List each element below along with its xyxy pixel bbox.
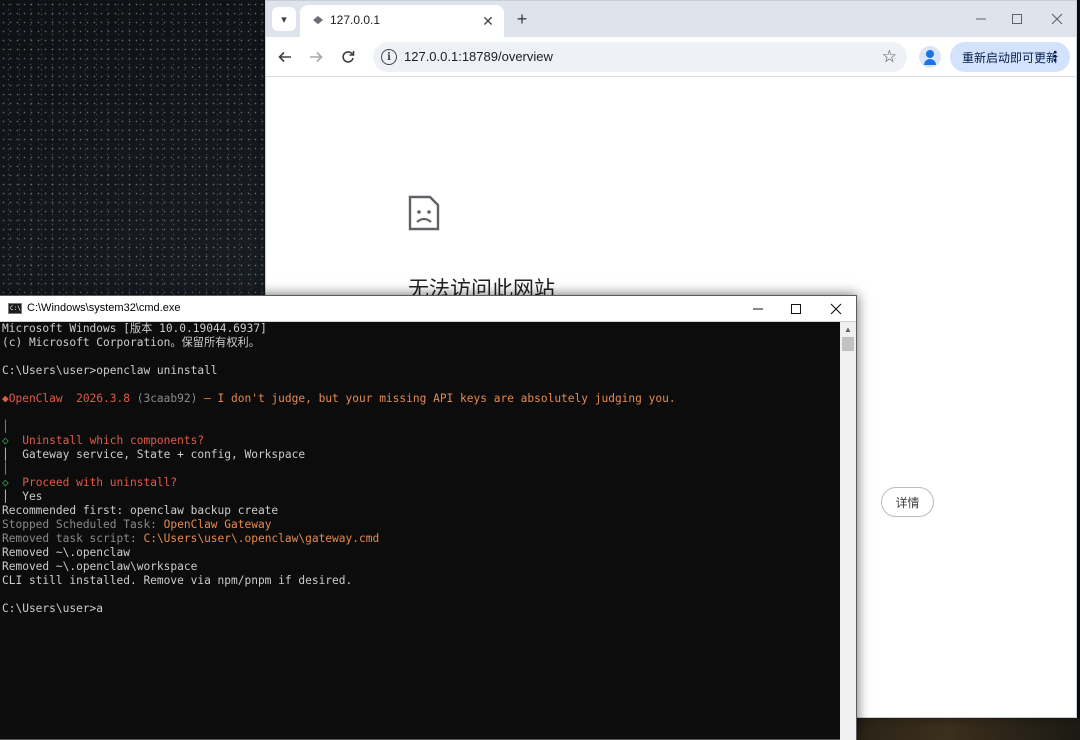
bookmark-star-icon[interactable]: ☆ [882,47,897,67]
chevron-down-icon: ▾ [281,13,287,26]
console-text: OpenClaw Gateway [163,518,272,531]
arrow-right-icon [310,51,323,63]
close-tab-icon[interactable]: ✕ [478,11,498,31]
forward-button[interactable] [304,45,328,69]
profile-avatar-button[interactable] [919,46,941,68]
site-info-icon[interactable]: i [381,49,397,65]
console-text: Removed task script: [2,532,144,545]
scroll-up-arrow-icon[interactable]: ▲ [840,322,856,336]
cmd-scrollbar[interactable]: ▲ [840,322,856,740]
details-button[interactable]: 详情 [881,487,934,517]
sad-page-icon [408,195,440,231]
maximize-button[interactable] [1002,7,1032,31]
profile-icon [926,50,934,58]
minimize-button[interactable] [966,7,996,31]
console-text: ◆OpenClaw 2026.3.8 [2,392,137,405]
scroll-thumb[interactable] [842,337,854,351]
globe-icon [313,16,323,25]
console-text: (c) Microsoft Corporation。保留所有权利。 [2,336,260,349]
console-text: Uninstall which components? [8,434,205,447]
console-line: Removed ~\.openclaw\workspace [2,560,840,574]
console-line: (c) Microsoft Corporation。保留所有权利。 [2,336,840,350]
close-window-button[interactable] [1042,7,1072,31]
console-line: C:\Users\user>openclaw uninstall [2,364,840,378]
console-line: Removed ~\.openclaw [2,546,840,560]
cmd-minimize-button[interactable] [738,298,778,320]
desktop-strip [856,718,1080,740]
profile-icon-body [924,59,936,65]
console-line: C:\Users\user>a [2,602,840,616]
console-text: │ [2,462,9,475]
console-text: C:\Users\user>openclaw uninstall [2,364,218,377]
console-text: Microsoft Windows [版本 10.0.19044.6937] [2,322,267,335]
address-bar[interactable]: i 127.0.0.1:18789/overview ☆ [373,42,907,72]
console-line: Removed task script: C:\Users\user\.open… [2,532,840,546]
console-line: Microsoft Windows [版本 10.0.19044.6937] [2,322,840,336]
minimize-icon [976,18,986,20]
browser-toolbar: i 127.0.0.1:18789/overview ☆ 重新启动即可更新 ⋮ [266,37,1076,77]
tab-search-button[interactable]: ▾ [272,7,296,31]
console-line: ◇ Uninstall which components? [2,434,840,448]
update-button[interactable]: 重新启动即可更新 ⋮ [950,42,1070,72]
console-line: │ Yes [2,490,840,504]
console-text: │ Gateway service, State + config, Works… [2,448,306,461]
minimize-icon [753,308,763,310]
console-text: Stopped Scheduled Task: [2,518,164,531]
console-line: ◆OpenClaw 2026.3.8 (3caab92) — I don't j… [2,392,840,406]
cmd-window-title: C:\Windows\system32\cmd.exe [27,302,181,314]
console-text: — I don't judge, but your missing API ke… [197,392,676,405]
console-text: CLI still installed. Remove via npm/pnpm… [2,574,353,587]
console-text: C:\Users\user\.openclaw\gateway.cmd [143,532,380,545]
update-button-label: 重新启动即可更新 [962,50,1059,65]
console-line: Recommended first: openclaw backup creat… [2,504,840,518]
console-line: │ [2,462,840,476]
close-icon [830,303,842,315]
arrow-left-icon [278,51,291,63]
console-line: │ [2,420,840,434]
console-output[interactable]: Microsoft Windows [版本 10.0.19044.6937] (c… [2,322,840,740]
console-text: C:\Users\user>a [2,602,104,615]
reload-icon [342,51,355,63]
console-line: CLI still installed. Remove via npm/pnpm… [2,574,840,588]
cmd-close-button[interactable] [816,298,856,320]
reload-button[interactable] [336,45,360,69]
tab-title: 127.0.0.1 [330,13,381,27]
console-text: Removed ~\.openclaw\workspace [2,560,198,573]
maximize-icon [1012,14,1022,24]
url-text[interactable]: 127.0.0.1:18789/overview [404,49,553,64]
tab-strip: ▾ 127.0.0.1 ✕ + [266,1,1076,37]
tab-active[interactable]: 127.0.0.1 ✕ [300,5,504,37]
close-icon [1051,13,1063,25]
cmd-titlebar[interactable]: C:\ C:\Windows\system32\cmd.exe [0,296,856,322]
console-text: ◇ [2,434,9,447]
cmd-window: C:\ C:\Windows\system32\cmd.exe Microsof… [0,295,857,740]
console-text: Proceed with uninstall? [8,476,178,489]
console-line: ◇ Proceed with uninstall? [2,476,840,490]
console-text: ◇ [2,476,9,489]
console-text: │ [2,420,9,433]
console-text: │ Yes [2,490,43,503]
console-line: Stopped Scheduled Task: OpenClaw Gateway [2,518,840,532]
maximize-icon [791,304,801,314]
new-tab-button[interactable]: + [510,7,534,31]
cmd-maximize-button[interactable] [776,298,816,320]
console-line: │ Gateway service, State + config, Works… [2,448,840,462]
console-text: (3caab92) [136,392,198,405]
console-text: Recommended first: openclaw backup creat… [2,504,279,517]
more-menu-icon[interactable]: ⋮ [1048,48,1062,65]
console-text: Removed ~\.openclaw [2,546,130,559]
cmd-app-icon: C:\ [8,303,22,314]
back-button[interactable] [273,45,297,69]
